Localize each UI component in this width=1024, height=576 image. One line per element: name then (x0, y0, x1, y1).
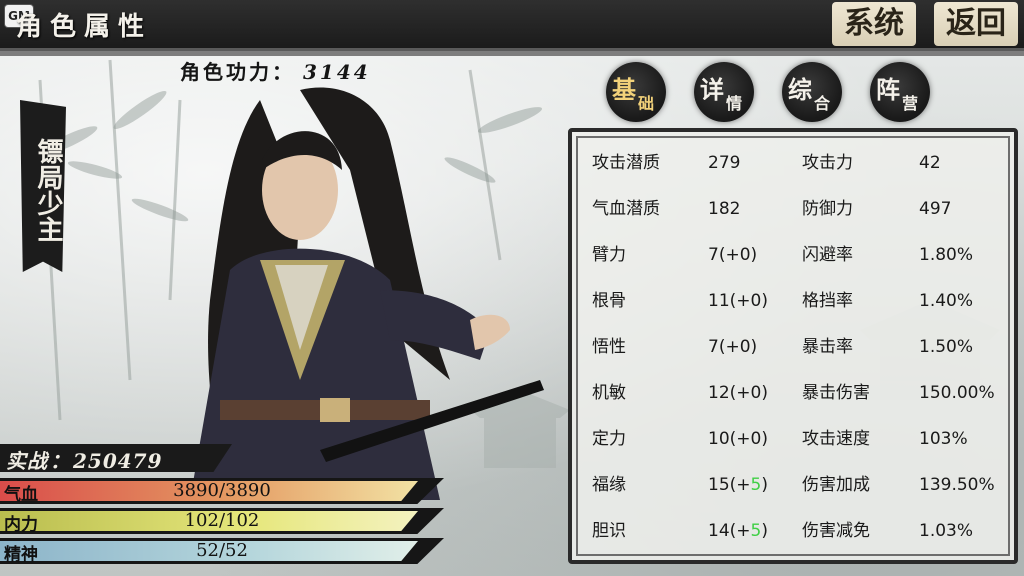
stat-value: 103% (919, 429, 968, 449)
stat-label: 根骨 (592, 291, 626, 311)
stat-label: 格挡率 (802, 291, 853, 311)
stat-label: 胆识 (592, 521, 626, 541)
back-button[interactable]: 返回 (934, 2, 1018, 46)
stat-value: 15(+5) (708, 470, 768, 500)
stat-value: 150.00% (919, 383, 995, 403)
tab-faction-main: 阵 (876, 75, 900, 104)
stat-label: 暴击伤害 (802, 383, 870, 403)
stat-value: 42 (919, 153, 941, 173)
stat-row: 根骨 11(+0) 格挡率 1.40% (572, 286, 1014, 316)
stat-value: 1.40% (919, 291, 974, 311)
stat-value: 497 (919, 199, 952, 219)
stat-value: 182 (708, 199, 741, 219)
stat-label: 攻击潜质 (592, 153, 660, 173)
stats-panel: 攻击潜质 279 攻击力 42 气血潜质 182 防御力 497 臂力 7(+0… (568, 128, 1018, 564)
stat-value: 279 (708, 153, 741, 173)
stat-label: 伤害加成 (802, 475, 870, 495)
stat-label: 攻击速度 (802, 429, 870, 449)
tab-details-main: 详 (700, 75, 724, 104)
character-portrait (190, 87, 544, 500)
hp-bar: 气血 3890/3890 (0, 478, 444, 505)
tab-overview[interactable]: 综 合 (782, 62, 842, 122)
stat-value-base: 15(+ (708, 475, 751, 495)
stat-label: 防御力 (802, 199, 853, 219)
system-button[interactable]: 系统 (832, 2, 916, 46)
combat-separator: ： (50, 449, 71, 473)
stat-row: 悟性 7(+0) 暴击率 1.50% (572, 332, 1014, 362)
stat-label: 福缘 (592, 475, 626, 495)
stat-label: 机敏 (592, 383, 626, 403)
tab-details[interactable]: 详 情 (694, 62, 754, 122)
stat-label: 悟性 (592, 337, 626, 357)
top-bar: GM 角色属性 系统 返回 (0, 0, 1024, 56)
character-title: 镖局少主 (33, 138, 63, 242)
stat-value-end: ) (761, 521, 768, 541)
stat-row: 攻击潜质 279 攻击力 42 (572, 148, 1014, 178)
combat-value: 250479 (73, 449, 163, 473)
stat-label: 臂力 (592, 245, 626, 265)
mp-value: 102/102 (184, 510, 260, 531)
spirit-value: 52/52 (196, 540, 248, 561)
stat-value: 14(+5) (708, 516, 768, 546)
stat-label: 气血潜质 (592, 199, 660, 219)
combat-label: 实战 (6, 449, 48, 473)
stat-bonus: 5 (750, 475, 762, 495)
stat-label: 定力 (592, 429, 626, 449)
stat-bonus: 5 (750, 521, 762, 541)
stat-row: 定力 10(+0) 攻击速度 103% (572, 424, 1014, 454)
stat-value: 7(+0) (708, 245, 758, 265)
stat-value: 1.80% (919, 245, 974, 265)
stat-value: 1.50% (919, 337, 974, 357)
stat-row: 臂力 7(+0) 闪避率 1.80% (572, 240, 1014, 270)
stat-row: 气血潜质 182 防御力 497 (572, 194, 1014, 224)
tab-details-sub: 情 (726, 94, 743, 113)
stat-value: 11(+0) (708, 291, 768, 311)
tab-basic-main: 基 (612, 75, 636, 104)
tab-faction-sub: 营 (902, 94, 919, 113)
stat-label: 暴击率 (802, 337, 853, 357)
tab-basic-sub: 础 (638, 94, 655, 113)
stat-label: 闪避率 (802, 245, 853, 265)
hp-value: 3890/3890 (173, 480, 271, 501)
page-title: 角色属性 (16, 12, 153, 42)
stat-row: 机敏 12(+0) 暴击伤害 150.00% (572, 378, 1014, 408)
mp-bar: 内力 102/102 (0, 508, 444, 535)
stat-label: 攻击力 (802, 153, 853, 173)
stat-label: 伤害减免 (802, 521, 870, 541)
stat-row: 胆识 14(+5) 伤害减免 1.03% (572, 516, 1014, 546)
stat-value: 12(+0) (708, 383, 768, 403)
tab-overview-main: 综 (788, 75, 812, 104)
stat-row: 福缘 15(+5) 伤害加成 139.50% (572, 470, 1014, 500)
stat-value: 7(+0) (708, 337, 758, 357)
stat-value-base: 14(+ (708, 521, 751, 541)
spirit-bar: 精神 52/52 (0, 538, 444, 565)
stat-value: 1.03% (919, 521, 974, 541)
stat-value-end: ) (761, 475, 768, 495)
tab-overview-sub: 合 (814, 94, 831, 113)
combat-power: 实战： 250479 (6, 445, 163, 473)
stat-value: 139.50% (919, 475, 995, 495)
combat-power-bar: 实战： 250479 (0, 444, 232, 472)
character-title-banner: 镖局少主 (20, 100, 66, 272)
stat-value: 10(+0) (708, 429, 768, 449)
tab-faction[interactable]: 阵 营 (870, 62, 930, 122)
tab-basic[interactable]: 基 础 (606, 62, 666, 122)
